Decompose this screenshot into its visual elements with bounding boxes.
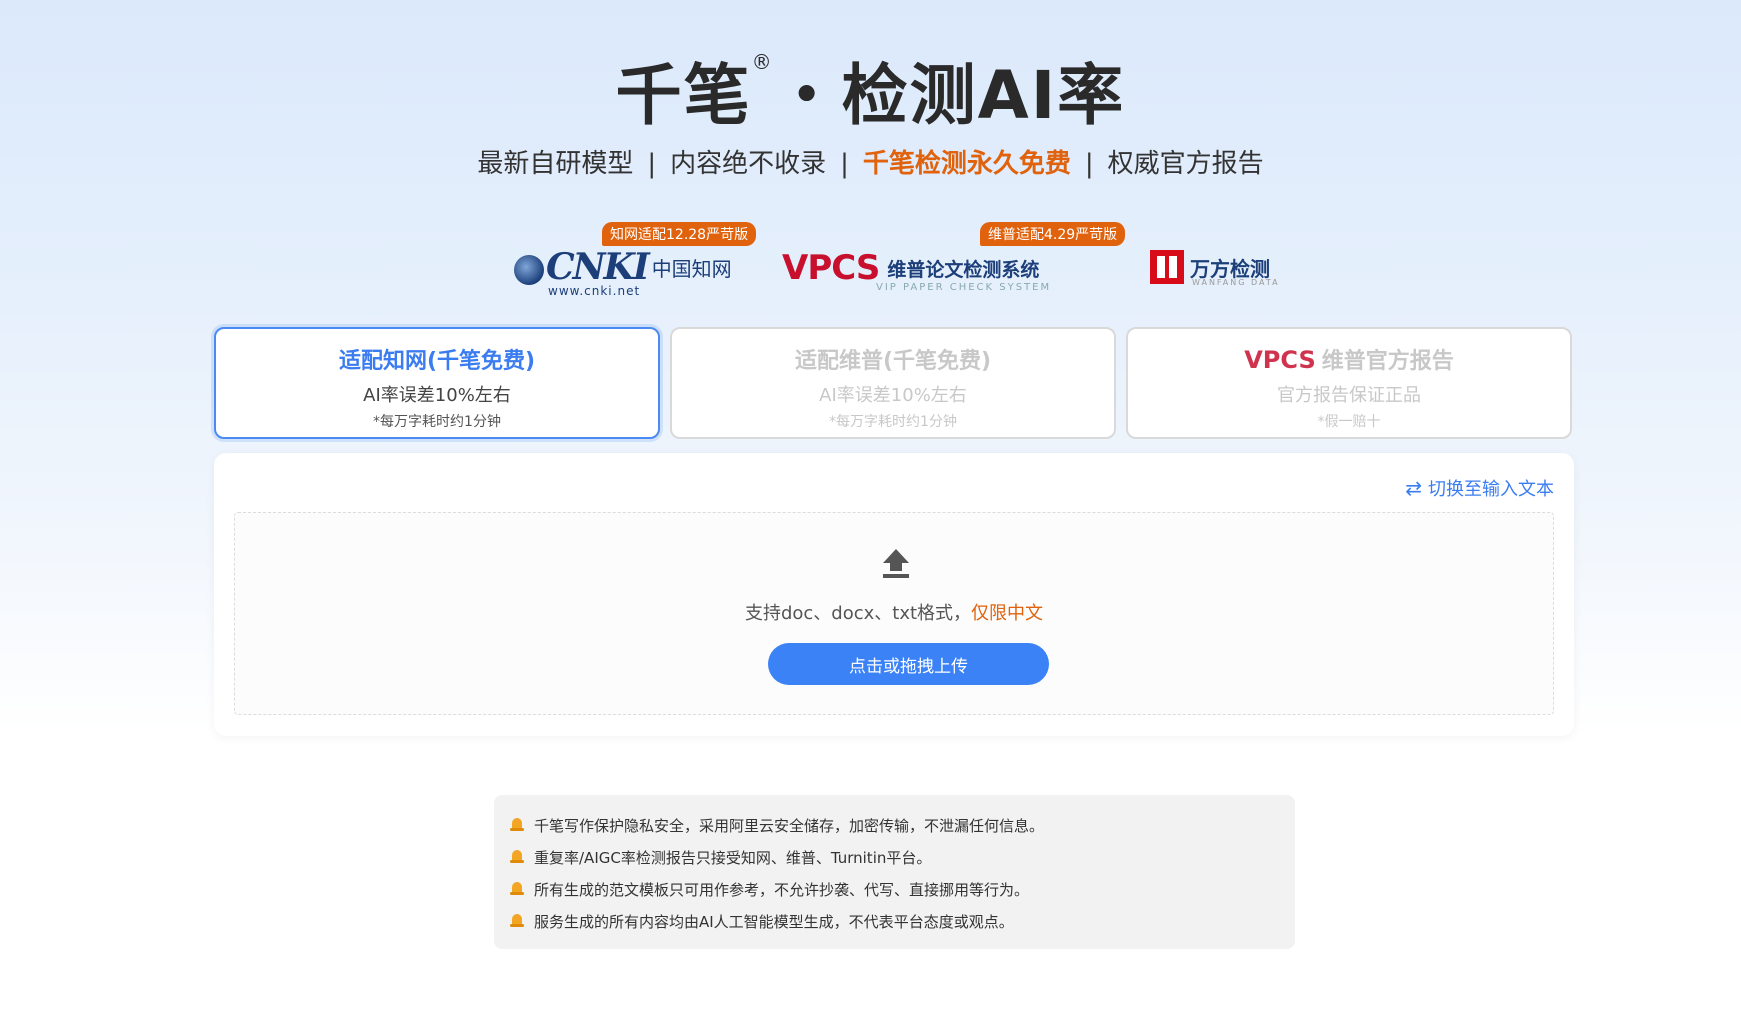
tab-note: *假一赔十 (1317, 414, 1381, 430)
bell-icon (510, 882, 524, 896)
upload-panel: ⇄ 切换至输入文本 支持doc、docx、txt格式，仅限中文 点击或拖拽上传 (214, 453, 1574, 736)
title-main: 千笔 (615, 57, 752, 134)
cnki-logo: 知网适配12.28严苛版 CNKI 中国知网 www.cnki.net (514, 222, 757, 298)
vpcs-logo-mark: VPCS (1244, 346, 1316, 374)
tab-vpcs-adapt[interactable]: 适配维普(千笔免费) AI率误差10%左右 *每万字耗时约1分钟 (670, 327, 1116, 439)
supported-formats-text: 支持doc、docx、txt格式，仅限中文 (235, 599, 1553, 625)
chinese-only-label: 仅限中文 (971, 603, 1044, 624)
bell-icon (510, 818, 524, 832)
tab-note: *每万字耗时约1分钟 (829, 414, 957, 430)
subtitle-highlight: 千笔检测永久免费 (862, 149, 1071, 179)
tab-title: VPCS 维普官方报告 (1244, 346, 1454, 374)
bell-icon (510, 914, 524, 928)
registered-mark: ® (751, 50, 774, 74)
wanfang-english-name: WANFANG DATA (1192, 278, 1280, 287)
separator: | (1084, 149, 1094, 179)
detection-mode-tabs: 适配知网(千笔免费) AI率误差10%左右 *每万字耗时约1分钟 适配维普(千笔… (214, 327, 1574, 439)
cnki-version-badge: 知网适配12.28严苛版 (602, 222, 757, 246)
vpcs-mark: VPCS (782, 248, 880, 288)
vpcs-logo: 维普适配4.29严苛版 VPCS 维普论文检测系统 VIP PAPER CHEC… (782, 222, 1126, 293)
tab-title: 适配维普(千笔免费) (794, 349, 992, 374)
page-title: 千笔®・检测AI率 (0, 42, 1741, 138)
partner-logos: 知网适配12.28严苛版 CNKI 中国知网 www.cnki.net 维普适配… (0, 222, 1741, 298)
vpcs-english-name: VIP PAPER CHECK SYSTEM (876, 282, 1052, 293)
tab-cnki-adapt[interactable]: 适配知网(千笔免费) AI率误差10%左右 *每万字耗时约1分钟 (214, 327, 660, 439)
tab-vpcs-official[interactable]: VPCS 维普官方报告 官方报告保证正品 *假一赔十 (1126, 327, 1572, 439)
notice-text: 千笔写作保护隐私安全，采用阿里云安全储存，加密传输，不泄漏任何信息。 (534, 816, 1045, 835)
separator: | (840, 149, 849, 179)
cnki-chinese-name: 中国知网 (651, 256, 732, 281)
subtitle-item-4: 权威官方报告 (1107, 149, 1264, 179)
subtitle: 最新自研模型 | 内容绝不收录 | 千笔检测永久免费 | 权威官方报告 (0, 143, 1741, 180)
tab-note: *每万字耗时约1分钟 (373, 414, 501, 430)
notice-item: 服务生成的所有内容均由AI人工智能模型生成，不代表平台态度或观点。 (510, 905, 1279, 937)
file-drop-zone[interactable]: 支持doc、docx、txt格式，仅限中文 点击或拖拽上传 (234, 512, 1554, 715)
vpcs-chinese-name: 维普论文检测系统 (887, 258, 1040, 281)
notice-box: 千笔写作保护隐私安全，采用阿里云安全储存，加密传输，不泄漏任何信息。 重复率/A… (494, 795, 1295, 949)
tab-title: 适配知网(千笔免费) (338, 349, 536, 374)
switch-label: 切换至输入文本 (1428, 479, 1554, 500)
swap-icon: ⇄ (1405, 476, 1422, 500)
subtitle-item-1: 最新自研模型 (477, 149, 634, 179)
notice-text: 服务生成的所有内容均由AI人工智能模型生成，不代表平台态度或观点。 (534, 912, 1014, 931)
tab-description: AI率误差10%左右 (363, 385, 511, 406)
wanfang-logo: 万方检测 WANFANG DATA (1150, 250, 1278, 287)
vpcs-version-badge: 维普适配4.29严苛版 (980, 222, 1126, 246)
notice-text: 重复率/AIGC率检测报告只接受知网、维普、Turnitin平台。 (534, 848, 932, 867)
title-rest: ・检测AI率 (773, 57, 1126, 134)
formats-label: 支持doc、docx、txt格式， (744, 603, 972, 624)
cnki-url: www.cnki.net (548, 284, 641, 298)
tab-description: 官方报告保证正品 (1277, 385, 1421, 406)
cnki-mark: CNKI (514, 246, 650, 288)
bell-icon (510, 850, 524, 864)
upload-icon (883, 549, 909, 583)
separator: | (647, 149, 657, 179)
subtitle-item-2: 内容绝不收录 (670, 149, 827, 179)
upload-button[interactable]: 点击或拖拽上传 (768, 643, 1049, 685)
tab-description: AI率误差10%左右 (819, 385, 967, 406)
globe-icon (514, 255, 544, 285)
wanfang-emblem-icon (1150, 250, 1184, 284)
notice-item: 所有生成的范文模板只可用作参考，不允许抄袭、代写、直接挪用等行为。 (510, 873, 1279, 905)
notice-item: 重复率/AIGC率检测报告只接受知网、维普、Turnitin平台。 (510, 841, 1279, 873)
notice-text: 所有生成的范文模板只可用作参考，不允许抄袭、代写、直接挪用等行为。 (534, 880, 1030, 899)
switch-to-text-input[interactable]: ⇄ 切换至输入文本 (1405, 475, 1554, 501)
notice-item: 千笔写作保护隐私安全，采用阿里云安全储存，加密传输，不泄漏任何信息。 (510, 809, 1279, 841)
